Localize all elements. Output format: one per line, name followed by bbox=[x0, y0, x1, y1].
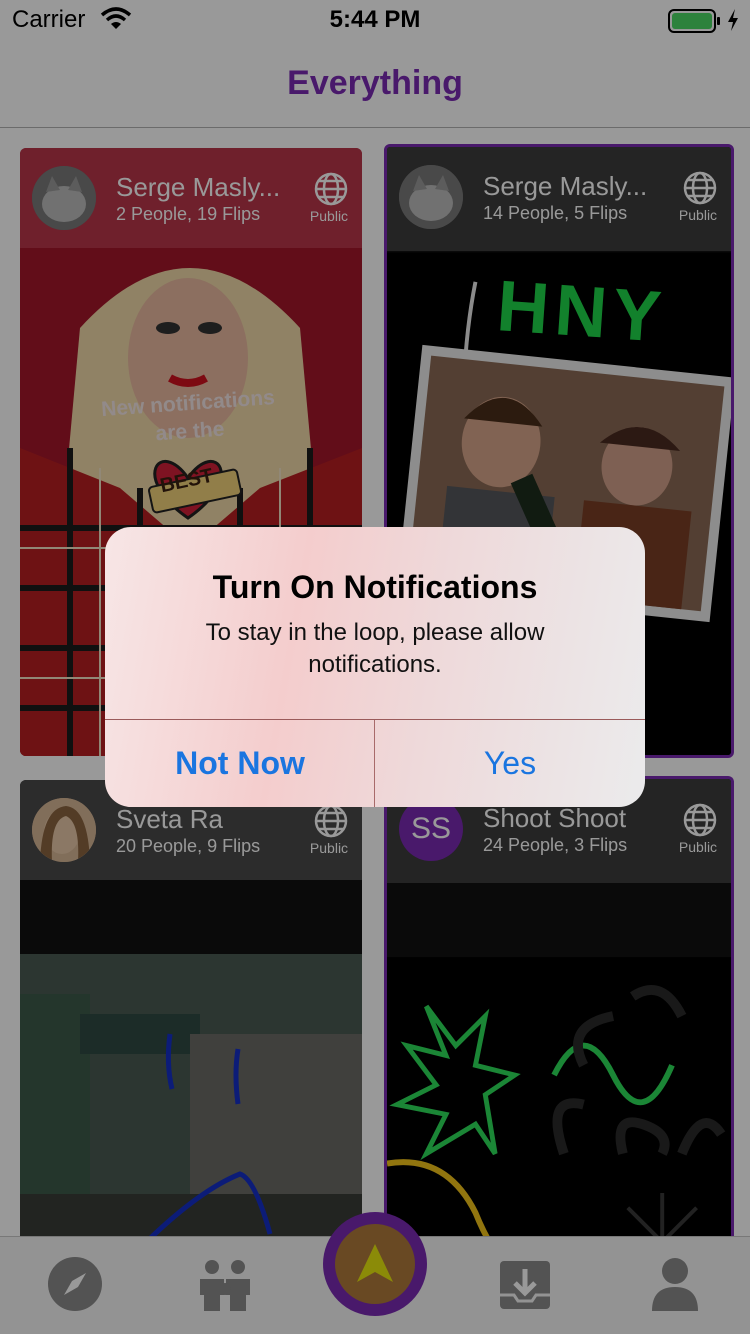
yes-button[interactable]: Yes bbox=[375, 720, 645, 807]
alert-message: To stay in the loop, please allow notifi… bbox=[205, 619, 545, 678]
notification-alert: Turn On Notifications To stay in the loo… bbox=[105, 527, 645, 807]
not-now-button[interactable]: Not Now bbox=[105, 720, 375, 807]
alert-title: Turn On Notifications bbox=[212, 569, 538, 605]
